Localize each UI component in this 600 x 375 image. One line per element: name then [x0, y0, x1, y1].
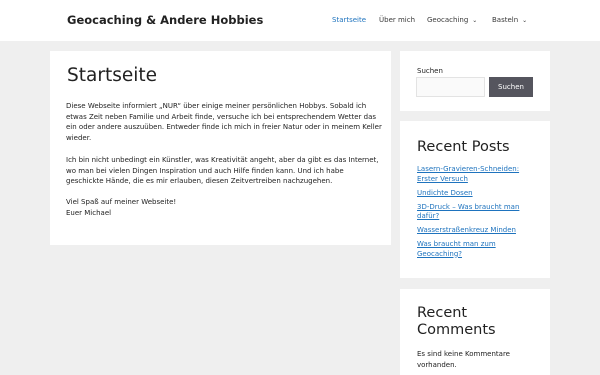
nav-label-startseite: Startseite	[332, 16, 367, 24]
nav-item-ueber-mich[interactable]: Über mich	[379, 16, 415, 24]
recent-post-link[interactable]: Was braucht man zum Geocaching?	[417, 240, 542, 259]
recent-posts-widget: Recent Posts Lasern-Gravieren-Schneiden:…	[400, 121, 550, 278]
intro-paragraph: Diese Webseite informiert „NUR“ über ein…	[66, 102, 382, 143]
recent-comments-title: Recent Comments	[417, 305, 496, 338]
list-item: Wasserstraßenkreuz Minden	[417, 226, 542, 236]
list-item: Undichte Dosen	[417, 189, 542, 199]
search-input[interactable]	[416, 77, 485, 97]
nav-label-geocaching: Geocaching	[427, 16, 469, 24]
closing-paragraph: Viel Spaß auf meiner Webseite! Euer Mich…	[66, 197, 382, 218]
nav-item-startseite[interactable]: Startseite	[332, 16, 366, 24]
chevron-down-icon: ⌄	[522, 17, 528, 24]
list-item: Was braucht man zum Geocaching?	[417, 240, 542, 259]
main-navigation: Startseite Über mich Geocaching ⌄ Basteln…	[0, 16, 600, 28]
nav-item-geocaching[interactable]: Geocaching ⌄	[427, 16, 477, 24]
search-label: Suchen	[417, 67, 443, 75]
nav-label-basteln: Basteln	[492, 16, 519, 24]
recent-post-link[interactable]: 3D-Druck – Was braucht man dafür?	[417, 203, 542, 222]
nav-label-ueber-mich: Über mich	[379, 16, 416, 24]
site-header: Geocaching & Andere Hobbies Startseite Ü…	[0, 0, 600, 41]
creativity-paragraph: Ich bin nicht unbedingt ein Künstler, wa…	[66, 156, 379, 186]
recent-post-link[interactable]: Undichte Dosen	[417, 189, 542, 199]
recent-post-link[interactable]: Lasern-Gravieren-Schneiden: Erster Versu…	[417, 165, 542, 184]
page-title: Startseite	[67, 65, 157, 86]
recent-posts-list: Lasern-Gravieren-Schneiden: Erster Versu…	[417, 165, 542, 264]
recent-post-link[interactable]: Wasserstraßenkreuz Minden	[417, 226, 542, 236]
main-content: Startseite Diese Webseite informiert „NU…	[50, 51, 391, 245]
no-comments-text: Es sind keine Kommentare vorhanden.	[417, 350, 510, 369]
search-button[interactable]: Suchen	[489, 77, 533, 97]
recent-comments-widget: Recent Comments Es sind keine Kommentare…	[400, 289, 550, 375]
list-item: 3D-Druck – Was braucht man dafür?	[417, 203, 542, 222]
closing-line-1: Viel Spaß auf meiner Webseite!	[66, 198, 177, 206]
list-item: Lasern-Gravieren-Schneiden: Erster Versu…	[417, 165, 542, 184]
signature-line: Euer Michael	[66, 208, 112, 217]
search-widget: Suchen Suchen	[400, 51, 550, 111]
nav-item-basteln[interactable]: Basteln ⌄	[492, 16, 527, 24]
chevron-down-icon: ⌄	[472, 17, 478, 24]
recent-posts-title: Recent Posts	[417, 139, 510, 155]
